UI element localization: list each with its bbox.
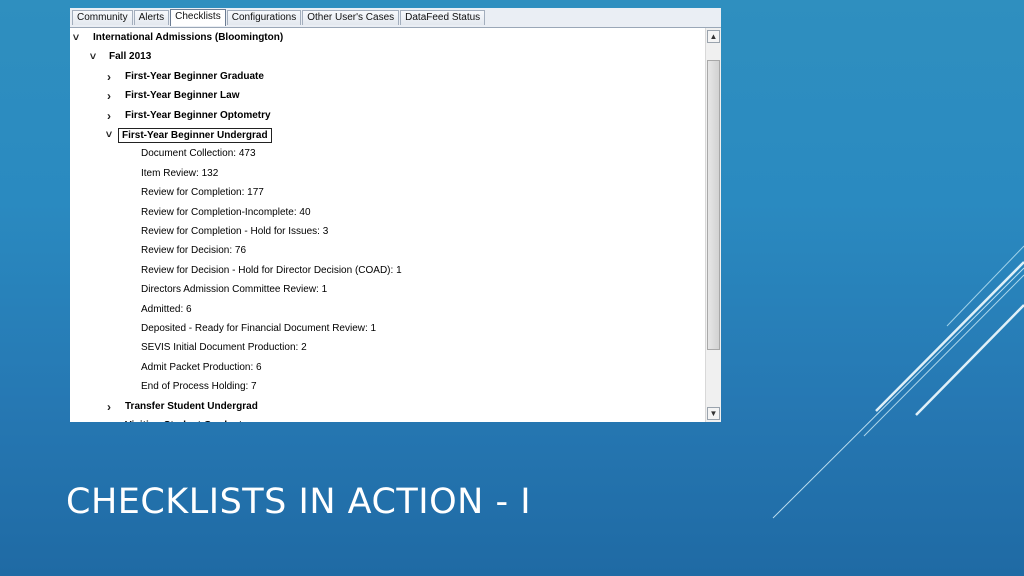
checklist-window: Community Alerts Checklists Configurations O…	[70, 8, 721, 422]
chevron-right-icon[interactable]: ›	[104, 108, 114, 124]
tree-node-label: First-Year Beginner Undergrad	[118, 128, 272, 143]
tree-node-label: First-Year Beginner Graduate	[125, 70, 264, 82]
checklist-item-label: Deposited - Ready for Financial Document…	[141, 323, 377, 334]
checklist-item-label: Item Review: 132	[141, 167, 219, 179]
chevron-down-icon[interactable]: ˅	[104, 127, 114, 143]
tab-bar: Community Alerts Checklists Configurations O…	[70, 8, 721, 28]
tree-node-label: First-Year Beginner Law	[125, 90, 240, 102]
chevron-right-icon[interactable]: ›	[104, 399, 114, 415]
tree-node-label: International Admissions (Bloomington)	[93, 32, 284, 43]
checklist-tree: ˅ International Admissions (Bloomington) ˅…	[70, 28, 705, 422]
tab-datafeed-status[interactable]: DataFeed Status	[400, 10, 486, 25]
tab-checklists[interactable]: Checklists	[170, 9, 226, 26]
checklist-item-label: SEVIS Initial Document Production: 2	[141, 342, 307, 354]
checklist-item-label: Admitted: 6	[141, 303, 192, 315]
chevron-down-icon: ▼	[709, 409, 718, 418]
scroll-down-button[interactable]: ▼	[707, 407, 720, 420]
tab-community[interactable]: Community	[72, 10, 133, 25]
tree-node-label: Transfer Student Undergrad	[125, 400, 258, 412]
tree-node-label: Fall 2013	[109, 51, 152, 63]
tab-configurations[interactable]: Configurations	[226, 10, 302, 25]
chevron-right-icon[interactable]: ›	[104, 418, 114, 422]
chevron-up-icon: ▲	[709, 32, 718, 41]
scrollbar-thumb[interactable]	[707, 60, 720, 350]
tree-node-label: First-Year Beginner Optometry	[125, 109, 271, 121]
checklist-item-label: Review for Decision: 76	[141, 245, 247, 257]
checklist-item-label: Document Collection: 473	[141, 148, 256, 160]
tab-other-user-s-cases[interactable]: Other User's Cases	[302, 10, 400, 25]
checklist-item-label: Review for Completion - Hold for Issues:…	[141, 226, 329, 237]
tab-alerts[interactable]: Alerts	[133, 10, 170, 25]
chevron-right-icon[interactable]: ›	[104, 88, 114, 104]
checklist-item-label: Review for Decision - Hold for Director …	[141, 264, 402, 276]
checklist-item-label: End of Process Holding: 7	[141, 381, 257, 393]
checklist-item-label: Review for Completion: 177	[141, 187, 264, 199]
chevron-right-icon[interactable]: ›	[104, 69, 114, 85]
checklist-item-label: Review for Completion-Incomplete: 40	[141, 206, 311, 218]
slide-title: CHECKLISTS IN ACTION - I	[66, 482, 532, 522]
checklist-item-label: Directors Admission Committee Review: 1	[141, 284, 328, 296]
tree-node-label: Visiting Student Graduate	[125, 418, 248, 422]
checklist-item-label: Admit Packet Production: 6	[141, 361, 262, 373]
scroll-up-button[interactable]: ▲	[707, 30, 720, 43]
vertical-scrollbar[interactable]: ▲ ▼	[705, 28, 721, 422]
chevron-down-icon[interactable]: ˅	[88, 49, 98, 65]
chevron-down-icon[interactable]: ˅	[71, 30, 81, 46]
